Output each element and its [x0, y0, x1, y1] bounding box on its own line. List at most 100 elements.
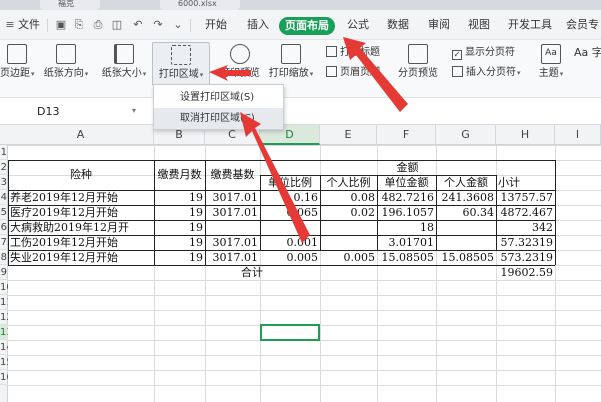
print-area-button[interactable]: 打印区域▾	[152, 42, 210, 86]
header-unit-ratio: 单位比例	[268, 176, 312, 189]
table-cell: 0.065	[286, 206, 319, 219]
table-cell: 失业2019年12月开始	[10, 251, 118, 264]
table-cell: 0.16	[293, 191, 319, 204]
tab-view[interactable]: 视图	[468, 18, 490, 32]
tab-data[interactable]: 数据	[387, 18, 409, 32]
tab-member[interactable]: 会员专	[566, 18, 599, 32]
header-months: 缴费月数	[157, 168, 202, 181]
page-break-preview-label: 分页预览	[398, 68, 438, 79]
header-footer-button[interactable]: 页眉页脚	[326, 66, 380, 80]
column-header-e[interactable]: E	[320, 125, 377, 145]
table-cell: 3017.01	[212, 251, 259, 264]
orientation-icon	[56, 44, 76, 64]
column-header-f[interactable]: F	[377, 125, 436, 145]
table-cell: 19	[189, 221, 203, 234]
print-icon[interactable]: ⎙	[92, 19, 104, 31]
row-header-15[interactable]: 15	[0, 355, 8, 370]
show-page-breaks-label: 显示分页符	[465, 47, 515, 58]
table-cell: 大病救助2019年12月开	[10, 221, 129, 234]
tab-insert[interactable]: 插入	[247, 18, 269, 32]
row-header-2[interactable]: 2	[0, 160, 8, 175]
row-header-7[interactable]: 7	[0, 235, 8, 250]
page-break-preview-icon	[408, 44, 428, 64]
row-header-6[interactable]: 6	[0, 220, 8, 235]
table-cell: 342	[532, 221, 553, 234]
gridline-h	[8, 310, 601, 311]
tab-page-layout[interactable]: 页面布局	[279, 17, 335, 35]
separator	[47, 19, 48, 32]
preview-icon[interactable]: ◫	[111, 19, 123, 31]
table-cell: 15.08505	[381, 251, 435, 264]
redo-icon[interactable]: ↷	[152, 19, 164, 31]
font-label: Aa 字	[574, 46, 601, 59]
tab-review[interactable]: 审阅	[428, 18, 450, 32]
undo-icon[interactable]: ↶	[132, 19, 144, 31]
table-cell: 3017.01	[212, 191, 259, 204]
row-header-13[interactable]: 13	[0, 325, 8, 340]
paper-size-icon	[114, 44, 134, 64]
column-header-g[interactable]: G	[436, 125, 496, 145]
export-icon[interactable]: ⎘	[73, 19, 85, 31]
column-header-a[interactable]: A	[8, 125, 154, 145]
menu-bar: ≡ 文件 ▣ ⎘ ⎙ ◫ ↶ ↷ ⌄ 开始 插入 页面布局 公式 数据 审阅 视…	[0, 10, 601, 40]
tab-developer[interactable]: 开发工具	[508, 18, 552, 32]
name-box-dropdown-icon[interactable]: ▾	[132, 106, 136, 115]
formula-bar: D13 ▾	[0, 98, 601, 125]
row-header-16[interactable]: 16	[0, 370, 8, 385]
header-base: 缴费基数	[210, 168, 255, 181]
margins-button[interactable]: 页边距▾	[0, 44, 35, 80]
header-amount: 金额	[396, 161, 419, 174]
row-header-10[interactable]: 10	[0, 280, 8, 295]
orientation-button[interactable]: 纸张方向▾	[40, 44, 92, 80]
row-header-4[interactable]: 4	[0, 190, 8, 205]
tab-home[interactable]: 开始	[205, 18, 227, 32]
gridline-h	[8, 145, 601, 146]
row-header-9[interactable]: 9	[0, 265, 8, 280]
page-break-preview-button[interactable]: 分页预览	[392, 44, 444, 80]
row-header-12[interactable]: 12	[0, 310, 8, 325]
spreadsheet-grid[interactable]: ABCDEFGHI 12345678910111213141516 险种缴费月数…	[0, 125, 601, 402]
theme-button[interactable]: Aa 主题▾	[536, 44, 566, 80]
insert-page-break-icon	[452, 66, 463, 77]
column-header-h[interactable]: H	[496, 125, 555, 145]
customize-icon[interactable]: ⌄	[172, 19, 184, 31]
header-footer-icon	[326, 66, 337, 77]
doc-tab-2[interactable]: 6000.xlsx	[160, 0, 240, 10]
tab-formulas[interactable]: 公式	[347, 18, 369, 32]
table-cell: 3.01701	[388, 236, 435, 249]
set-print-area-item[interactable]: 设置打印区域(S)	[154, 87, 283, 108]
doc-tab-1[interactable]: 福克	[40, 0, 100, 10]
print-scale-button[interactable]: 打印缩放▾	[266, 44, 316, 80]
print-titles-button[interactable]: 打印标题	[326, 46, 380, 60]
table-cell: 196.1057	[381, 206, 435, 219]
paper-size-button[interactable]: 纸张大小▾	[98, 44, 150, 80]
print-scale-label: 打印缩放	[268, 68, 309, 79]
row-header-14[interactable]: 14	[0, 340, 8, 355]
theme-label: 主题	[538, 68, 559, 79]
print-area-label: 打印区域	[158, 69, 199, 80]
row-header-8[interactable]: 8	[0, 250, 8, 265]
row-header-1[interactable]: 1	[0, 145, 8, 160]
file-menu[interactable]: 文件	[18, 18, 40, 32]
table-cell: 0.08	[350, 191, 376, 204]
table-cell: 15.08505	[441, 251, 495, 264]
save-icon[interactable]: ▣	[55, 19, 67, 31]
hamburger-icon[interactable]: ≡	[4, 19, 16, 31]
name-box[interactable]: D13	[4, 102, 124, 121]
font-button[interactable]: Aa 字	[574, 46, 601, 60]
margins-label: 页边距	[0, 68, 30, 79]
doc-tab-2-label: 6000.xlsx	[178, 0, 217, 8]
insert-page-break-label: 插入分页符	[466, 67, 516, 78]
table-cell: 工伤2019年12月开始	[10, 236, 118, 249]
row-header-3[interactable]: 3	[0, 175, 8, 190]
cancel-print-area-item[interactable]: 取消打印区域(C)	[154, 108, 283, 129]
print-area-dropdown: 设置打印区域(S) 取消打印区域(C)	[153, 84, 284, 130]
header-personal-amount: 个人金额	[444, 176, 488, 189]
selected-cell-d13[interactable]	[260, 324, 320, 341]
show-page-breaks-checkbox[interactable]: ✓ 显示分页符	[452, 46, 515, 60]
column-header-i[interactable]: I	[555, 125, 601, 145]
row-header-5[interactable]: 5	[0, 205, 8, 220]
print-preview-button[interactable]: 打印预览	[218, 44, 262, 80]
row-header-11[interactable]: 11	[0, 295, 8, 310]
insert-page-break-button[interactable]: 插入分页符▾	[452, 66, 521, 80]
